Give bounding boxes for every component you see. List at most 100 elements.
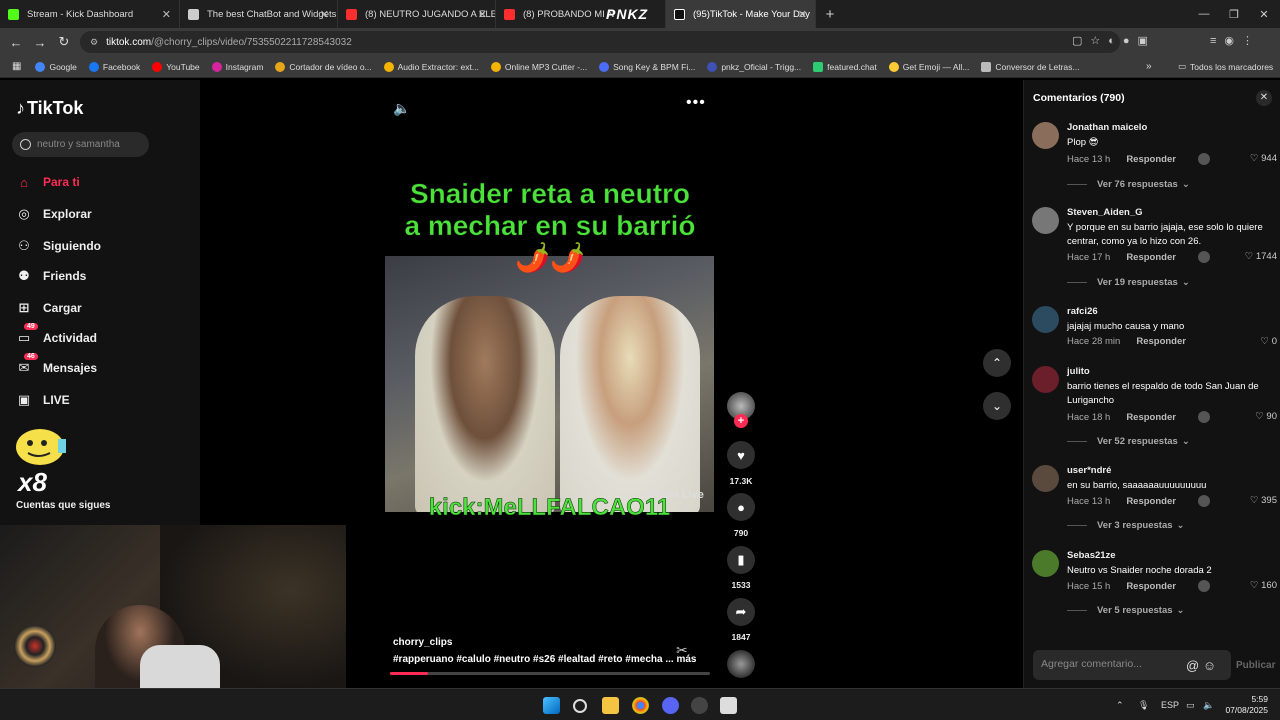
avatar[interactable] xyxy=(1032,207,1059,234)
video-tags[interactable]: #rapperuano #calulo #neutro #s26 #lealta… xyxy=(393,654,696,665)
sidebar-item-siguiendo[interactable]: ⚇ Siguiendo xyxy=(16,238,101,254)
forward-icon[interactable]: → xyxy=(28,30,52,54)
tab-youtube-neutro[interactable]: (8) NEUTRO JUGANDO A ELECT ✕ xyxy=(338,0,496,28)
sidebar-item-para-ti[interactable]: ⌂ Para ti xyxy=(16,174,80,190)
tab-chatbot[interactable]: The best ChatBot and Widgets ✕ xyxy=(180,0,338,28)
view-replies[interactable]: Ver 52 respuestas ⌄ xyxy=(1067,436,1190,447)
comment-like[interactable]: ♡ 0 xyxy=(1261,336,1277,347)
comment-user[interactable]: Steven_Aiden_G xyxy=(1067,207,1143,218)
avatar[interactable] xyxy=(1032,550,1059,577)
video-author[interactable]: chorry_clips xyxy=(393,637,452,648)
tab-tiktok[interactable]: (95)TikTok - Make Your Day ✕ xyxy=(666,0,816,28)
comment-user[interactable]: Sebas21ze xyxy=(1067,550,1116,561)
comment-like[interactable]: ♡ 1744 xyxy=(1245,251,1277,262)
minimize-icon[interactable]: — xyxy=(1188,0,1220,28)
language-indicator[interactable]: ESP xyxy=(1161,700,1179,710)
sidebar-item-actividad[interactable]: ▭ 49 Actividad xyxy=(16,323,97,346)
reply-button[interactable]: Responder xyxy=(1126,252,1176,263)
bookmark-mp3-cutter[interactable]: Online MP3 Cutter -... xyxy=(490,61,587,72)
close-comments-button[interactable]: ✕ xyxy=(1256,90,1272,106)
sidebar-item-friends[interactable]: ⚉ Friends xyxy=(16,268,86,284)
music-disc-icon[interactable] xyxy=(727,650,755,678)
view-replies[interactable]: Ver 19 respuestas ⌄ xyxy=(1067,277,1190,288)
bookmark-conversor[interactable]: Conversor de Letras... xyxy=(981,61,1080,72)
chrome-icon[interactable] xyxy=(632,697,649,714)
profile-menu-icons[interactable]: ≡◉⋮ xyxy=(1210,34,1261,47)
bookmark-google[interactable]: Google xyxy=(35,61,77,72)
comment-user[interactable]: user*ndré xyxy=(1067,465,1111,476)
bookmark-facebook[interactable]: Facebook xyxy=(88,61,140,72)
close-window-icon[interactable]: ✕ xyxy=(1248,0,1280,28)
share-button[interactable]: ➦ xyxy=(727,598,755,626)
bookmark-featured-chat[interactable]: featured.chat xyxy=(813,61,877,72)
follow-plus-icon[interactable]: + xyxy=(734,414,748,428)
all-bookmarks[interactable]: ▭ Todos los marcadores xyxy=(1178,61,1273,72)
tray-chevron-icon[interactable]: ⌃ xyxy=(1116,700,1124,711)
start-icon[interactable] xyxy=(543,697,560,714)
next-video-button[interactable]: ⌄ xyxy=(983,392,1011,420)
reply-button[interactable]: Responder xyxy=(1126,412,1176,423)
comment-user[interactable]: julito xyxy=(1067,366,1090,377)
bookmark-youtube[interactable]: YouTube xyxy=(152,61,200,72)
address-bar[interactable]: ⚙ tiktok.com/@chorry_clips/video/7535502… xyxy=(80,31,1120,53)
video-player[interactable] xyxy=(385,256,714,512)
back-icon[interactable]: ← xyxy=(4,30,28,54)
file-explorer-icon[interactable] xyxy=(602,697,619,714)
search-icon[interactable] xyxy=(573,699,587,713)
sidebar-item-cargar[interactable]: ⊞ Cargar xyxy=(16,300,82,316)
bookmark-song-key[interactable]: Song Key & BPM Fi... xyxy=(599,61,695,72)
avatar[interactable] xyxy=(1032,465,1059,492)
microphone-icon[interactable]: 🎙 xyxy=(1138,700,1149,711)
speaker-icon[interactable]: 🔈 xyxy=(1203,700,1214,711)
discord-icon[interactable] xyxy=(662,697,679,714)
new-tab-button[interactable]: + xyxy=(816,0,844,28)
tab-kick-dashboard[interactable]: Stream - Kick Dashboard ✕ xyxy=(0,0,180,28)
close-icon[interactable]: ✕ xyxy=(478,8,487,21)
avatar[interactable] xyxy=(1032,122,1059,149)
sidebar-item-mensajes[interactable]: ✉ 46 Mensajes xyxy=(16,353,97,376)
extension-icons[interactable]: ▢☆◐●▣ xyxy=(1072,34,1156,47)
capture-app-icon[interactable] xyxy=(720,697,737,714)
search-input[interactable]: neutro y samantha xyxy=(12,132,149,157)
bookmark-get-emoji[interactable]: Get Emoji — All... xyxy=(888,61,969,72)
post-comment-button[interactable]: Publicar xyxy=(1236,660,1275,671)
video-progress-bar[interactable] xyxy=(390,672,710,675)
avatar[interactable] xyxy=(1032,306,1059,333)
avatar[interactable] xyxy=(1032,366,1059,393)
comment-like[interactable]: ♡ 944 xyxy=(1250,153,1277,164)
reload-icon[interactable]: ↻ xyxy=(52,30,76,54)
more-bookmarks-icon[interactable]: » xyxy=(1146,61,1152,72)
volume-icon[interactable]: 🔈 xyxy=(393,100,410,117)
site-info-icon[interactable]: ⚙ xyxy=(90,37,98,48)
bookmark-audio-extractor[interactable]: Audio Extractor: ext... xyxy=(383,61,479,72)
close-icon[interactable]: ✕ xyxy=(320,8,329,21)
system-clock[interactable]: 5:59 07/08/2025 xyxy=(1222,694,1268,716)
mention-icon[interactable]: @ xyxy=(1186,658,1199,673)
network-icon[interactable]: ▭ xyxy=(1186,700,1195,711)
obs-icon[interactable] xyxy=(691,697,708,714)
apps-grid-icon[interactable]: ▦ xyxy=(12,61,21,72)
reply-button[interactable]: Responder xyxy=(1136,336,1186,347)
more-options-icon[interactable]: ••• xyxy=(686,94,706,112)
reply-button[interactable]: Responder xyxy=(1126,496,1176,507)
view-replies[interactable]: Ver 3 respuestas ⌄ xyxy=(1067,520,1185,531)
previous-video-button[interactable]: ⌃ xyxy=(983,349,1011,377)
comment-like[interactable]: ♡ 395 xyxy=(1250,495,1277,506)
reply-button[interactable]: Responder xyxy=(1126,154,1176,165)
reply-button[interactable]: Responder xyxy=(1126,581,1176,592)
comment-user[interactable]: Jonathan maicelo xyxy=(1067,122,1147,133)
like-button[interactable]: ♥ xyxy=(727,441,755,469)
view-replies[interactable]: Ver 5 respuestas ⌄ xyxy=(1067,605,1185,616)
tiktok-logo[interactable]: ♪ TikTok xyxy=(16,98,83,119)
maximize-icon[interactable]: ❐ xyxy=(1218,0,1250,28)
view-replies[interactable]: Ver 76 respuestas ⌄ xyxy=(1067,179,1190,190)
sidebar-item-live[interactable]: ▣ LIVE xyxy=(16,392,70,408)
bookmark-instagram[interactable]: Instagram xyxy=(211,61,263,72)
emoji-icon[interactable]: ☺ xyxy=(1203,658,1216,673)
close-icon[interactable]: ✕ xyxy=(162,8,171,21)
bookmark-video-cutter[interactable]: Cortador de vídeo o... xyxy=(275,61,372,72)
close-icon[interactable]: ✕ xyxy=(798,8,807,21)
comment-user[interactable]: rafci26 xyxy=(1067,306,1098,317)
comment-button[interactable]: ● xyxy=(727,493,755,521)
save-button[interactable]: ▮ xyxy=(727,546,755,574)
